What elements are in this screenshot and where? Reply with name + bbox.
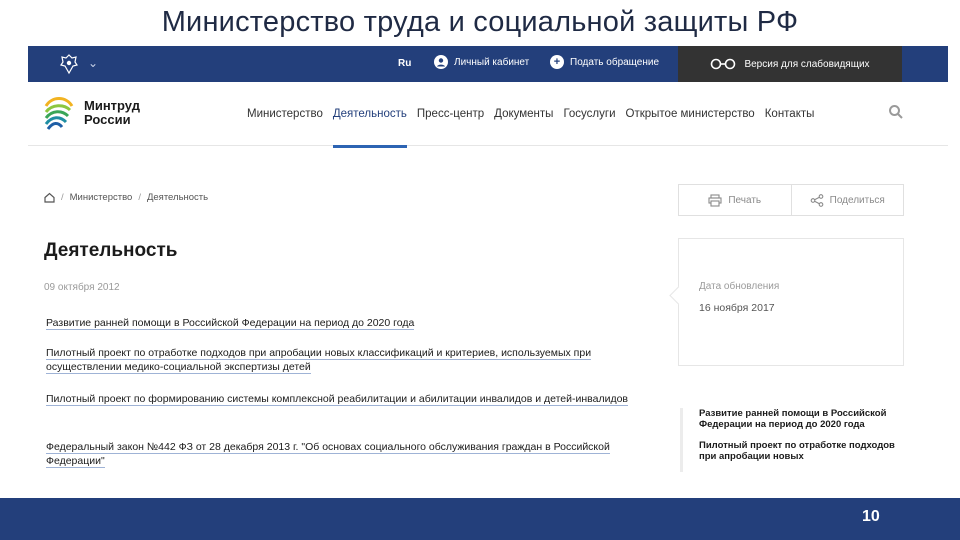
plus-icon: + [550, 55, 564, 69]
nav-item-ministry[interactable]: Министерство [242, 82, 328, 146]
document-link[interactable]: Пилотный проект по отработке подходов пр… [46, 346, 646, 374]
chevron-down-icon[interactable]: ⌄ [88, 56, 98, 70]
side-nav-item[interactable]: Развитие ранней помощи в Российской Феде… [699, 408, 904, 430]
publish-date: 09 октября 2012 [44, 282, 120, 293]
breadcrumb: / Министерство / Деятельность [44, 192, 208, 203]
page-number: 10 [862, 508, 880, 525]
document-link[interactable]: Пилотный проект по формированию системы … [46, 392, 646, 406]
logo-line-2: России [84, 112, 131, 127]
user-icon [434, 55, 448, 69]
slide-title: Министерство труда и социальной защиты Р… [161, 6, 799, 38]
home-icon[interactable] [44, 192, 55, 203]
nav-item-public-services[interactable]: Госуслуги [558, 82, 620, 146]
coat-of-arms-icon[interactable] [58, 53, 80, 75]
top-bar: ⌄ Ru Личный кабинет + Подать обращение В… [28, 46, 948, 82]
submit-appeal-label: Подать обращение [570, 56, 660, 68]
update-date: 16 ноября 2017 [699, 302, 775, 314]
document-link-text: Федеральный закон №442 ФЗ от 28 декабря … [46, 441, 610, 468]
document-link-text: Пилотный проект по отработке подходов пр… [46, 347, 592, 374]
browser-screenshot: ⌄ Ru Личный кабинет + Подать обращение В… [28, 46, 948, 498]
document-link-text: Пилотный проект по формированию системы … [46, 393, 628, 406]
side-navigation: Развитие ранней помощи в Российской Феде… [680, 408, 904, 472]
share-button[interactable]: Поделиться [790, 185, 904, 215]
breadcrumb-item-activity: Деятельность [146, 192, 209, 203]
document-link[interactable]: Развитие ранней помощи в Российской Феде… [46, 316, 646, 330]
document-link-text: Развитие ранней помощи в Российской Феде… [46, 317, 415, 330]
update-info-box: Дата обновления 16 ноября 2017 [678, 238, 904, 366]
breadcrumb-separator: / [61, 192, 64, 203]
main-nav: Минтруд России Министерство Деятельность… [28, 82, 948, 148]
personal-cabinet-label: Личный кабинет [454, 56, 530, 68]
side-nav-item[interactable]: Пилотный проект по отработке подходов пр… [699, 440, 904, 462]
nav-item-press-center[interactable]: Пресс-центр [412, 82, 489, 146]
low-vision-label: Версия для слабовидящих [744, 58, 870, 70]
submit-appeal-link[interactable]: + Подать обращение [550, 55, 659, 69]
print-button[interactable]: Печать [679, 185, 791, 215]
logo-line-1: Минтруд [84, 98, 140, 113]
nav-item-contacts[interactable]: Контакты [760, 82, 820, 146]
nav-item-open-ministry[interactable]: Открытое министерство [621, 82, 760, 146]
print-label: Печать [728, 194, 762, 206]
slide-footer: 10 [0, 498, 960, 540]
nav-menu: Министерство Деятельность Пресс-центр До… [242, 82, 820, 148]
nav-item-documents[interactable]: Документы [489, 82, 558, 146]
breadcrumb-separator: / [138, 192, 141, 203]
nav-item-activity[interactable]: Деятельность [328, 82, 412, 148]
share-label: Поделиться [829, 194, 885, 206]
low-vision-button[interactable]: Версия для слабовидящих [678, 46, 902, 82]
printer-icon [708, 193, 722, 207]
page-title: Деятельность [44, 240, 178, 261]
glasses-icon [711, 58, 736, 70]
search-icon[interactable] [888, 104, 904, 120]
site-logo[interactable]: Минтруд России [44, 96, 140, 130]
mintrud-logo-icon [44, 97, 74, 130]
breadcrumb-item-ministry[interactable]: Министерство [70, 192, 133, 203]
update-label: Дата обновления [699, 281, 780, 292]
page-tools: Печать Поделиться [678, 184, 904, 216]
language-switch[interactable]: Ru [398, 58, 411, 69]
share-icon [810, 193, 823, 207]
document-link[interactable]: Федеральный закон №442 ФЗ от 28 декабря … [46, 440, 646, 468]
personal-cabinet-link[interactable]: Личный кабинет [434, 55, 529, 69]
